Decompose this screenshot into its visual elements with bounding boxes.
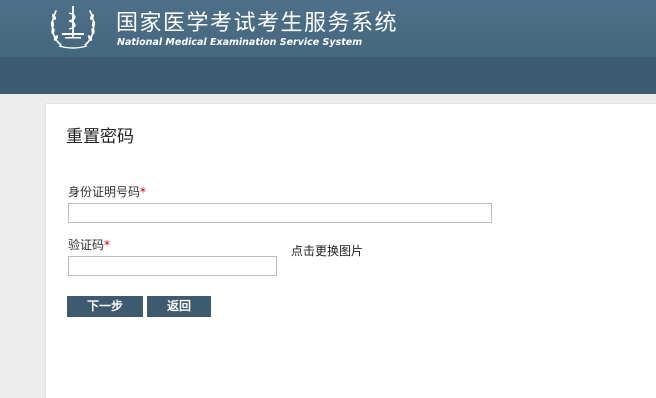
system-subtitle: National Medical Examination Service Sys… xyxy=(117,37,363,48)
id-number-input[interactable] xyxy=(68,203,492,223)
id-number-label: 身份证明号码* xyxy=(68,185,146,199)
header-nav-band xyxy=(0,57,656,94)
captcha-label: 验证码* xyxy=(68,238,110,252)
header-bar: 国家医学考试考生服务系统 National Medical Examinatio… xyxy=(0,0,656,94)
id-number-label-text: 身份证明号码 xyxy=(68,185,141,199)
captcha-input[interactable] xyxy=(68,256,277,276)
refresh-captcha-link[interactable]: 点击更换图片 xyxy=(291,244,363,258)
system-title: 国家医学考试考生服务系统 xyxy=(116,11,399,36)
page-title: 重置密码 xyxy=(66,127,134,147)
logo-emblem-icon xyxy=(50,6,96,49)
captcha-label-text: 验证码 xyxy=(68,238,105,252)
required-mark: * xyxy=(104,238,111,252)
back-button[interactable]: 返回 xyxy=(147,296,211,317)
required-mark: * xyxy=(140,185,147,199)
next-step-button[interactable]: 下一步 xyxy=(67,296,143,317)
